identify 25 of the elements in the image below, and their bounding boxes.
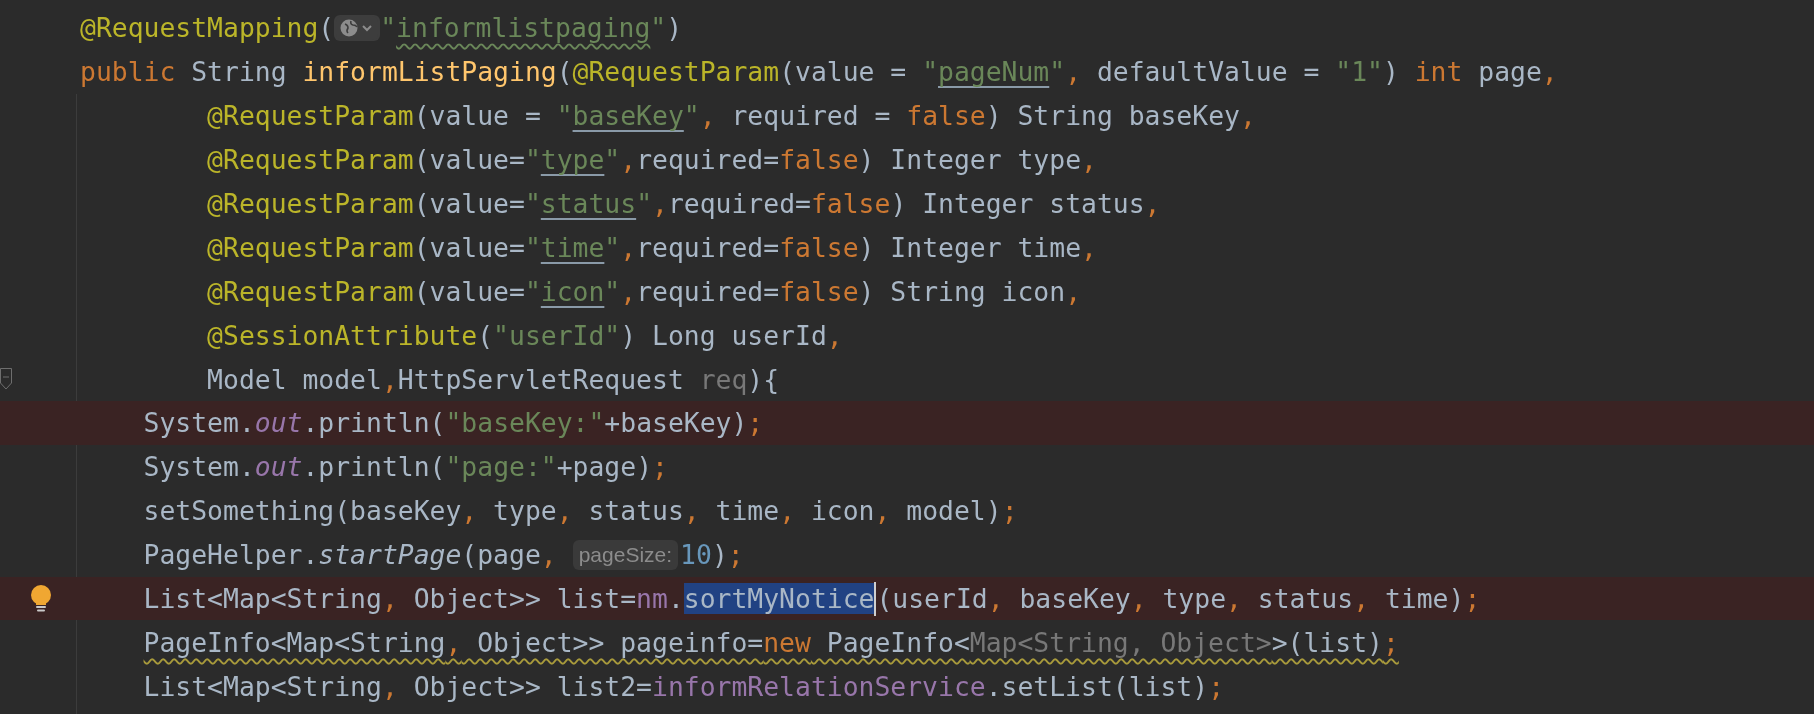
- code-line: @SessionAttribute("userId") Long userId,: [207, 319, 843, 351]
- code-line: List<Map<String, Object>> list2=informRelationService.setList(list);: [143, 670, 1224, 702]
- code-text: PageHelper.startPage(page,: [143, 539, 557, 571]
- code-line: setSomething(baseKey, type, status, time, icon, model);: [143, 495, 1018, 527]
- code-line: @RequestParam(value="time",required=false) Integer time,: [207, 231, 1097, 263]
- code-line: System.out.println("page:"+page);: [143, 451, 668, 483]
- text-cursor: [874, 581, 877, 616]
- code-text: @RequestMapping(: [80, 12, 335, 44]
- fold-marker-icon[interactable]: [0, 368, 12, 391]
- code-line: public String informListPaging(@RequestParam(value = "pageNum", defaultValue = "1") int page,: [80, 56, 1558, 88]
- code-line: Model model,HttpServletRequest req){: [207, 363, 780, 395]
- code-text: (userId, baseKey, type, status, time);: [876, 583, 1481, 614]
- code-line: @RequestParam(value = "baseKey", required = false) String baseKey,: [207, 100, 1256, 132]
- code-line: @RequestParam(value="status",required=false) Integer status,: [207, 188, 1161, 219]
- code-text: List<Map<String, Object>> list=nm.: [143, 583, 684, 614]
- code-line: System.out.println("baseKey:"+baseKey);: [143, 407, 764, 439]
- parameter-hint: pageSize:: [572, 539, 679, 570]
- selected-text: sortMyNotice: [683, 583, 875, 614]
- lightbulb-icon[interactable]: [30, 584, 52, 613]
- code-text: 10);: [680, 539, 744, 571]
- code-line: @RequestParam(value="type",required=false) Integer type,: [207, 144, 1097, 176]
- code-line: PageInfo<Map<String, Object>> pageinfo=new PageInfo<Map<String, Object>>(list);: [143, 626, 1399, 658]
- code-line: @RequestParam(value="icon",required=false) String icon,: [207, 275, 1082, 307]
- globe-chevron-icon[interactable]: [334, 14, 381, 41]
- code-text: "informlistpaging"): [380, 12, 683, 44]
